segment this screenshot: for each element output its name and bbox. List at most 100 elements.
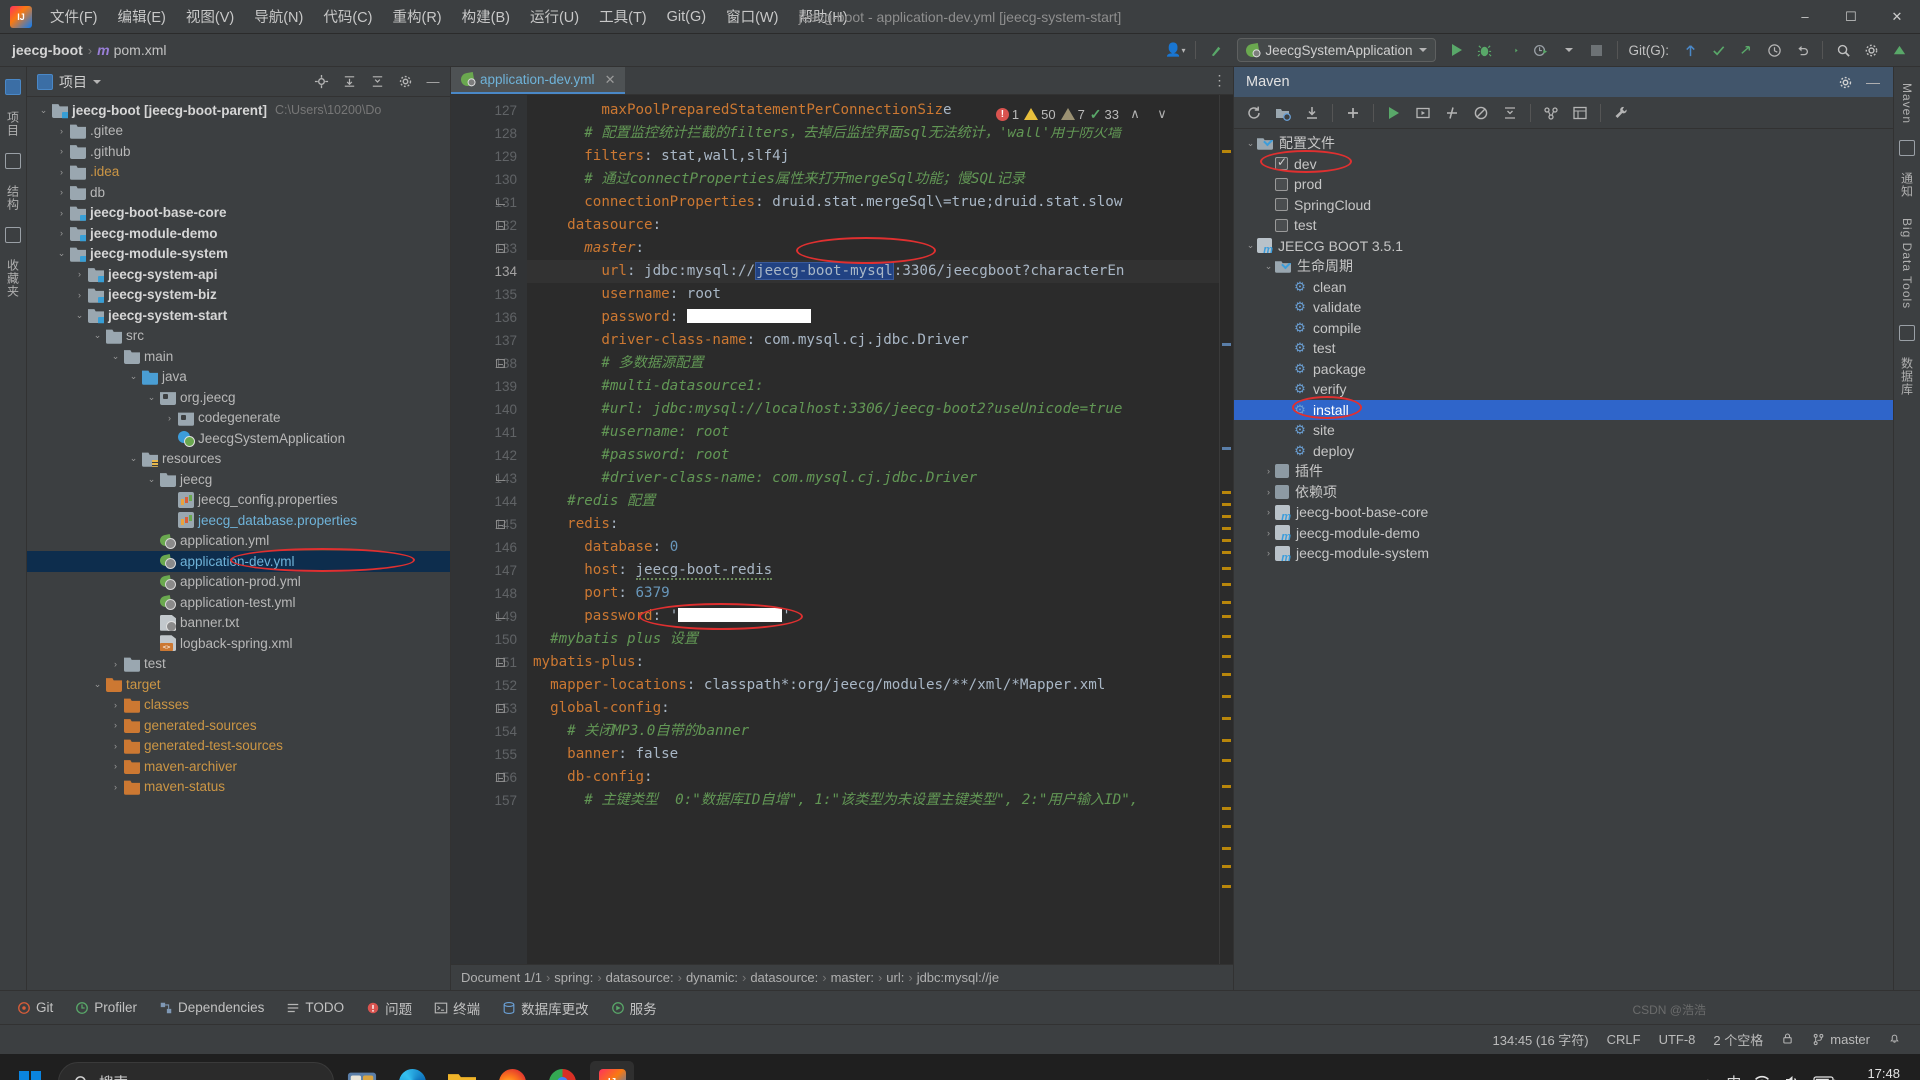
chevron-right-icon[interactable]: › [1262, 528, 1275, 538]
maven-node[interactable]: ⚙ verify [1234, 379, 1893, 400]
settings-gear-icon[interactable] [1831, 69, 1859, 95]
menu-window[interactable]: 窗口(W) [716, 2, 788, 31]
breadcrumb-url-value[interactable]: jdbc:mysql://je [917, 970, 999, 985]
maven-node[interactable]: prod [1234, 174, 1893, 195]
menu-file[interactable]: 文件(F) [40, 2, 108, 31]
add-maven-project-icon[interactable] [1269, 100, 1297, 126]
chevron-down-icon[interactable]: ⌄ [91, 679, 104, 690]
maven-node[interactable]: SpringCloud [1234, 195, 1893, 216]
menu-navigate[interactable]: 导航(N) [244, 2, 313, 31]
breadcrumb-file[interactable]: pom.xml [114, 42, 167, 58]
git-branch-widget[interactable]: master [1803, 1032, 1879, 1047]
project-tree[interactable]: ⌄ jeecg-boot [jeecg-boot-parent] C:\Users\… [27, 97, 450, 990]
diagram-icon[interactable] [1566, 100, 1594, 126]
fold-toggle-icon[interactable] [493, 191, 507, 214]
settings-gear-icon[interactable] [1858, 38, 1884, 62]
checkbox-unchecked[interactable] [1275, 198, 1288, 212]
close-button[interactable]: ✕ [1874, 0, 1920, 34]
weak-warning-count-badge[interactable]: 7 [1060, 107, 1085, 122]
tab-application-dev-yml[interactable]: application-dev.yml ✕ [451, 67, 626, 94]
breadcrumb-master[interactable]: master: [831, 970, 874, 985]
chevron-right-icon[interactable]: › [109, 782, 122, 792]
hide-panel-icon[interactable]: — [422, 71, 444, 93]
fold-toggle-icon[interactable] [493, 214, 507, 237]
fold-toggle-icon[interactable] [493, 766, 507, 789]
menu-code[interactable]: 代码(C) [313, 2, 382, 31]
warning-count-badge[interactable]: 50 [1024, 107, 1056, 122]
search-box[interactable]: 搜索 [58, 1062, 334, 1080]
code-line[interactable]: mybatis-plus: [527, 651, 1219, 674]
add-icon[interactable] [1339, 100, 1367, 126]
tree-node[interactable]: application-prod.yml [27, 572, 450, 593]
fold-toggle-icon[interactable] [493, 513, 507, 536]
rail-item-notifications[interactable]: 通知 [1899, 164, 1916, 206]
tree-node[interactable]: logback-spring.xml [27, 633, 450, 654]
chevron-right-icon[interactable]: › [55, 126, 68, 136]
maven-node[interactable]: ⚙ compile [1234, 318, 1893, 339]
locate-icon[interactable] [310, 71, 332, 93]
chevron-right-icon[interactable]: › [55, 208, 68, 218]
toolwindow-services[interactable]: 服务 [602, 994, 666, 1022]
tree-node[interactable]: › db [27, 182, 450, 203]
notifications-bell-icon[interactable] [1879, 1032, 1910, 1048]
undo-icon[interactable] [1789, 38, 1815, 62]
code-line[interactable]: # 通过connectProperties属性来打开mergeSql功能；慢SQ… [527, 168, 1219, 191]
favorites-tool-icon[interactable] [5, 227, 21, 243]
chevron-down-icon[interactable]: ⌄ [73, 310, 86, 321]
expand-all-icon[interactable] [338, 71, 360, 93]
breadcrumb-document[interactable]: Document 1/1 [461, 970, 542, 985]
tree-node[interactable]: JeecgSystemApplication [27, 428, 450, 449]
toolwindow-git[interactable]: Git [8, 996, 62, 1019]
tree-node-selected[interactable]: application-dev.yml [27, 551, 450, 572]
toggle-offline-icon[interactable] [1467, 100, 1495, 126]
fold-toggle-icon[interactable] [493, 237, 507, 260]
breadcrumb-project[interactable]: jeecg-boot [12, 42, 83, 58]
ime-indicator[interactable]: 中 [1726, 1072, 1741, 1080]
code-line[interactable]: host: jeecg-boot-redis [527, 559, 1219, 582]
tree-node[interactable]: ⌄ resources [27, 449, 450, 470]
code-line[interactable]: filters: stat,wall,slf4j [527, 145, 1219, 168]
code-line[interactable]: mapper-locations: classpath*:org/jeecg/m… [527, 674, 1219, 697]
breadcrumb-datasource2[interactable]: datasource: [750, 970, 818, 985]
minimize-button[interactable]: – [1782, 0, 1828, 34]
chevron-right-icon[interactable]: › [55, 187, 68, 197]
menu-run[interactable]: 运行(U) [520, 2, 589, 31]
tree-node[interactable]: ⌄ jeecg-system-start [27, 305, 450, 326]
code-line[interactable]: # 主键类型 0:"数据库ID自增", 1:"该类型为未设置主键类型", 2:"… [527, 789, 1219, 812]
caret-position[interactable]: 134:45 (16 字符) [1484, 1030, 1598, 1049]
code-line[interactable]: #url: jdbc:mysql://localhost:3306/jeecg-… [527, 398, 1219, 421]
chevron-down-icon[interactable]: ⌄ [127, 453, 140, 464]
maximize-button[interactable]: ☐ [1828, 0, 1874, 34]
chevron-right-icon[interactable]: › [55, 167, 68, 177]
structure-tool-icon[interactable] [5, 153, 21, 169]
edge-icon[interactable] [390, 1061, 434, 1080]
code-line[interactable]: datasource: [527, 214, 1219, 237]
code-line[interactable]: username: root [527, 283, 1219, 306]
code-line[interactable]: #password: root [527, 444, 1219, 467]
chevron-down-icon[interactable]: ⌄ [37, 105, 50, 116]
hide-panel-icon[interactable]: — [1859, 69, 1887, 95]
menu-build[interactable]: 构建(B) [452, 2, 520, 31]
code-line[interactable]: #mybatis plus 设置 [527, 628, 1219, 651]
code-line[interactable]: #driver-class-name: com.mysql.cj.jdbc.Dr… [527, 467, 1219, 490]
chevron-right-icon[interactable]: › [109, 720, 122, 730]
chevron-down-icon[interactable]: ⌄ [91, 330, 104, 341]
next-problem-icon[interactable]: ∨ [1151, 103, 1173, 125]
menu-git[interactable]: Git(G) [657, 5, 716, 29]
toolwindow-dependencies[interactable]: Dependencies [150, 996, 273, 1019]
tree-node[interactable]: › jeecg-system-api [27, 264, 450, 285]
toolwindow-database-changes[interactable]: 数据库更改 [493, 994, 598, 1022]
chevron-right-icon[interactable]: › [55, 228, 68, 238]
breadcrumb-spring[interactable]: spring: [554, 970, 593, 985]
build-hammer-icon[interactable] [1203, 38, 1229, 62]
rail-item-structure[interactable]: 结构 [5, 177, 22, 219]
tree-node[interactable]: ⌄ jeecg-module-system [27, 244, 450, 265]
tree-node[interactable]: › jeecg-module-demo [27, 223, 450, 244]
editor-options-icon[interactable]: ⋮ [1207, 67, 1233, 94]
chevron-right-icon[interactable]: › [1262, 487, 1275, 497]
maven-node[interactable]: ⚙ clean [1234, 277, 1893, 298]
debug-icon[interactable] [1472, 38, 1498, 62]
code-line[interactable]: # 关闭MP3.0自带的banner [527, 720, 1219, 743]
maven-node[interactable]: dev [1234, 154, 1893, 175]
menu-refactor[interactable]: 重构(R) [382, 2, 451, 31]
